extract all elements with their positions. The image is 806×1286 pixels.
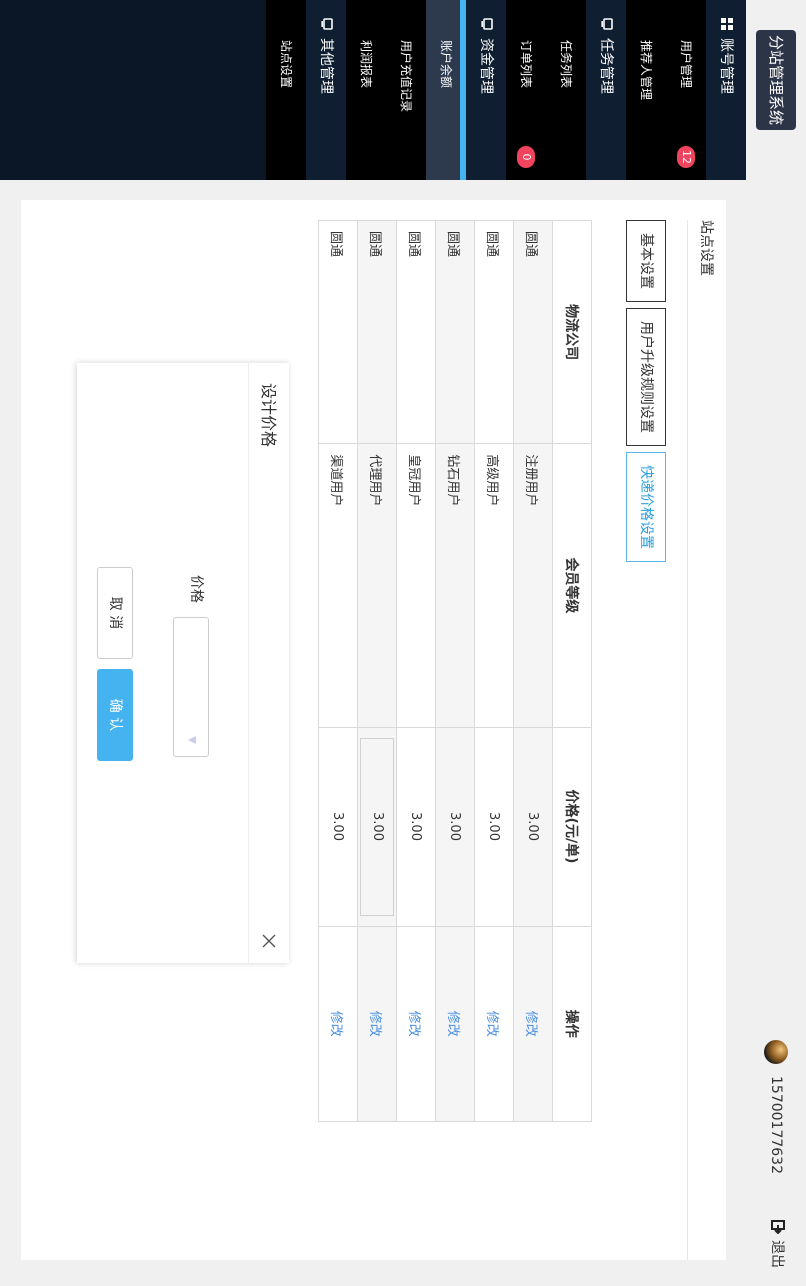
logout-icon xyxy=(771,1220,785,1234)
sidebar-item-account-balance[interactable]: 账户余额 xyxy=(426,0,466,180)
edit-link[interactable]: 修改 xyxy=(318,926,358,1122)
express-price-table: 物流公司 会员等级 价格(元/单) 操作 圆通 注册用户 3.00 修改 圆通 … xyxy=(318,220,592,1122)
sidebar-item-label: 站点设置 xyxy=(279,40,293,89)
price-cell: 3.00 xyxy=(513,727,553,927)
sidebar-item-site-settings[interactable]: 站点设置 xyxy=(266,0,306,180)
brand-title: 分站管理系统 xyxy=(756,30,796,130)
member-level-cell: 注册用户 xyxy=(513,443,553,728)
sidebar-item-profit-report[interactable]: 利润报表 xyxy=(346,0,386,180)
chevron-down-icon xyxy=(188,736,196,744)
price-cell: 3.00 xyxy=(396,727,436,927)
column-header-member-level: 会员等级 xyxy=(552,443,592,728)
column-header-action: 操作 xyxy=(552,926,592,1122)
app-window: 分站管理系统 15700177632 退出 账号管理 用户管理 12 推荐人管理 xyxy=(0,0,806,1286)
company-cell: 圆通 xyxy=(357,220,397,444)
tab-upgrade-rules[interactable]: 用户升级规则设置 xyxy=(626,308,666,446)
edit-link[interactable]: 修改 xyxy=(513,926,553,1122)
sidebar-item-label: 用户管理 xyxy=(679,40,693,89)
logout-label: 退出 xyxy=(769,1240,785,1268)
column-header-price: 价格(元/单) xyxy=(552,727,592,927)
sidebar-item-recharge-records[interactable]: 用户充值记录 xyxy=(386,0,426,180)
price-cell: 3.00 xyxy=(474,727,514,927)
dialog-header: 设计价格 xyxy=(248,363,289,963)
sidebar-group-other[interactable]: 其他管理 xyxy=(306,0,346,180)
user-info[interactable]: 15700177632 xyxy=(764,1040,788,1174)
page-title: 站点设置 xyxy=(687,220,726,1260)
price-cell-editing[interactable]: 3.00 xyxy=(357,727,397,927)
member-level-cell: 皇冠用户 xyxy=(396,443,436,728)
top-header: 分站管理系统 15700177632 退出 xyxy=(746,0,806,1286)
cancel-button[interactable]: 取 消 xyxy=(97,567,133,659)
sidebar-group-label: 账号管理 xyxy=(718,38,734,94)
price-cell: 3.00 xyxy=(318,727,358,927)
tab-basic-settings[interactable]: 基本设置 xyxy=(626,220,666,302)
sidebar-group-label: 其他管理 xyxy=(318,38,334,94)
sidebar-item-user-management[interactable]: 用户管理 12 xyxy=(666,0,706,180)
sidebar: 账号管理 用户管理 12 推荐人管理 任务管理 任务列表 订单列表 0 资金管理 xyxy=(0,0,746,180)
edit-link[interactable]: 修改 xyxy=(474,926,514,1122)
table-header-row: 物流公司 会员等级 价格(元/单) 操作 xyxy=(552,220,592,1122)
monitor-icon xyxy=(321,18,333,30)
edit-link[interactable]: 修改 xyxy=(435,926,475,1122)
sidebar-group-funds[interactable]: 资金管理 xyxy=(466,0,506,180)
sidebar-group-task[interactable]: 任务管理 xyxy=(586,0,626,180)
sidebar-group-label: 资金管理 xyxy=(478,38,494,94)
order-count-badge: 0 xyxy=(517,146,535,168)
sidebar-group-label: 任务管理 xyxy=(598,38,614,94)
table-row: 圆通 高级用户 3.00 修改 xyxy=(474,220,514,1122)
edit-link[interactable]: 修改 xyxy=(357,926,397,1122)
user-phone: 15700177632 xyxy=(768,1076,784,1174)
sidebar-item-label: 订单列表 xyxy=(519,40,533,89)
table-row: 圆通 皇冠用户 3.00 修改 xyxy=(396,220,436,1122)
sidebar-group-account[interactable]: 账号管理 xyxy=(706,0,746,180)
company-cell: 圆通 xyxy=(318,220,358,444)
price-label: 价格 xyxy=(188,575,204,603)
user-count-badge: 12 xyxy=(677,146,695,168)
settings-tabs: 基本设置 用户升级规则设置 快递价格设置 xyxy=(626,220,666,568)
company-cell: 圆通 xyxy=(435,220,475,444)
price-select[interactable] xyxy=(173,617,209,757)
price-edit-box[interactable]: 3.00 xyxy=(360,737,394,916)
table-row: 圆通 渠道用户 3.00 修改 xyxy=(318,220,358,1122)
company-cell: 圆通 xyxy=(474,220,514,444)
sidebar-item-order-list[interactable]: 订单列表 0 xyxy=(506,0,546,180)
table-row: 圆通 代理用户 3.00 修改 xyxy=(357,220,397,1122)
monitor-icon xyxy=(601,18,613,30)
sidebar-item-referrer-management[interactable]: 推荐人管理 xyxy=(626,0,666,180)
table-row: 圆通 注册用户 3.00 修改 xyxy=(513,220,553,1122)
confirm-button[interactable]: 确 认 xyxy=(97,669,133,761)
member-level-cell: 渠道用户 xyxy=(318,443,358,728)
member-level-cell: 钻石用户 xyxy=(435,443,475,728)
table-row: 圆通 钻石用户 3.00 修改 xyxy=(435,220,475,1122)
tab-express-price[interactable]: 快递价格设置 xyxy=(626,452,666,562)
member-level-cell: 高级用户 xyxy=(474,443,514,728)
sidebar-item-label: 推荐人管理 xyxy=(639,40,653,101)
close-icon[interactable] xyxy=(261,933,277,949)
member-level-cell: 代理用户 xyxy=(357,443,397,728)
sidebar-item-task-list[interactable]: 任务列表 xyxy=(546,0,586,180)
set-price-dialog: 设计价格 价格 取 消 确 认 xyxy=(77,363,289,963)
sidebar-item-label: 利润报表 xyxy=(359,40,373,89)
sidebar-item-label: 任务列表 xyxy=(559,40,573,89)
sidebar-item-label: 用户充值记录 xyxy=(399,40,413,113)
edit-link[interactable]: 修改 xyxy=(396,926,436,1122)
grid-icon xyxy=(721,18,733,30)
monitor-icon xyxy=(481,18,493,30)
logout-button[interactable]: 退出 xyxy=(768,1220,788,1268)
column-header-company: 物流公司 xyxy=(552,220,592,444)
avatar[interactable] xyxy=(764,1040,788,1064)
company-cell: 圆通 xyxy=(513,220,553,444)
company-cell: 圆通 xyxy=(396,220,436,444)
sidebar-item-label: 账户余额 xyxy=(439,40,453,89)
price-cell: 3.00 xyxy=(435,727,475,927)
dialog-title: 设计价格 xyxy=(259,383,278,448)
